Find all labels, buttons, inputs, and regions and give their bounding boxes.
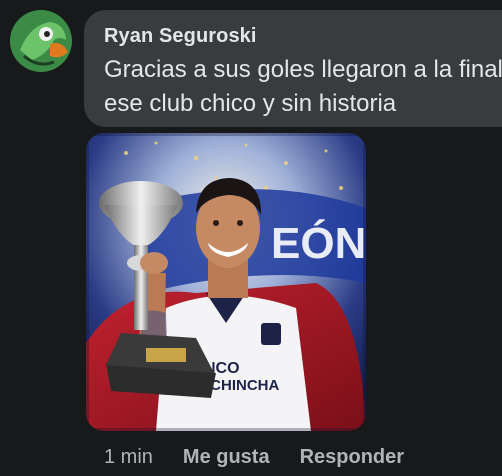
banner-text: EÓN xyxy=(271,218,366,268)
photo-illustration: EÓN NCO PICHINCHA xyxy=(86,133,366,431)
comment-text-line-2: ese club chico y sin historia xyxy=(104,90,397,117)
reply-button[interactable]: Responder xyxy=(300,446,404,469)
author-avatar[interactable] xyxy=(10,10,72,72)
comment-time[interactable]: 1 min xyxy=(104,446,153,469)
comment-photo[interactable]: EÓN NCO PICHINCHA xyxy=(86,133,366,431)
comment-text-line-1: Gracias a sus goles llegaron a la final xyxy=(104,56,502,83)
comment: Ryan Seguroski Gracias a sus goles llega… xyxy=(0,0,502,476)
like-button[interactable]: Me gusta xyxy=(183,446,270,469)
comment-actions: 1 min Me gusta Responder xyxy=(104,443,434,471)
avatar-illustration xyxy=(10,10,72,72)
comment-author[interactable]: Ryan Seguroski xyxy=(104,25,257,48)
